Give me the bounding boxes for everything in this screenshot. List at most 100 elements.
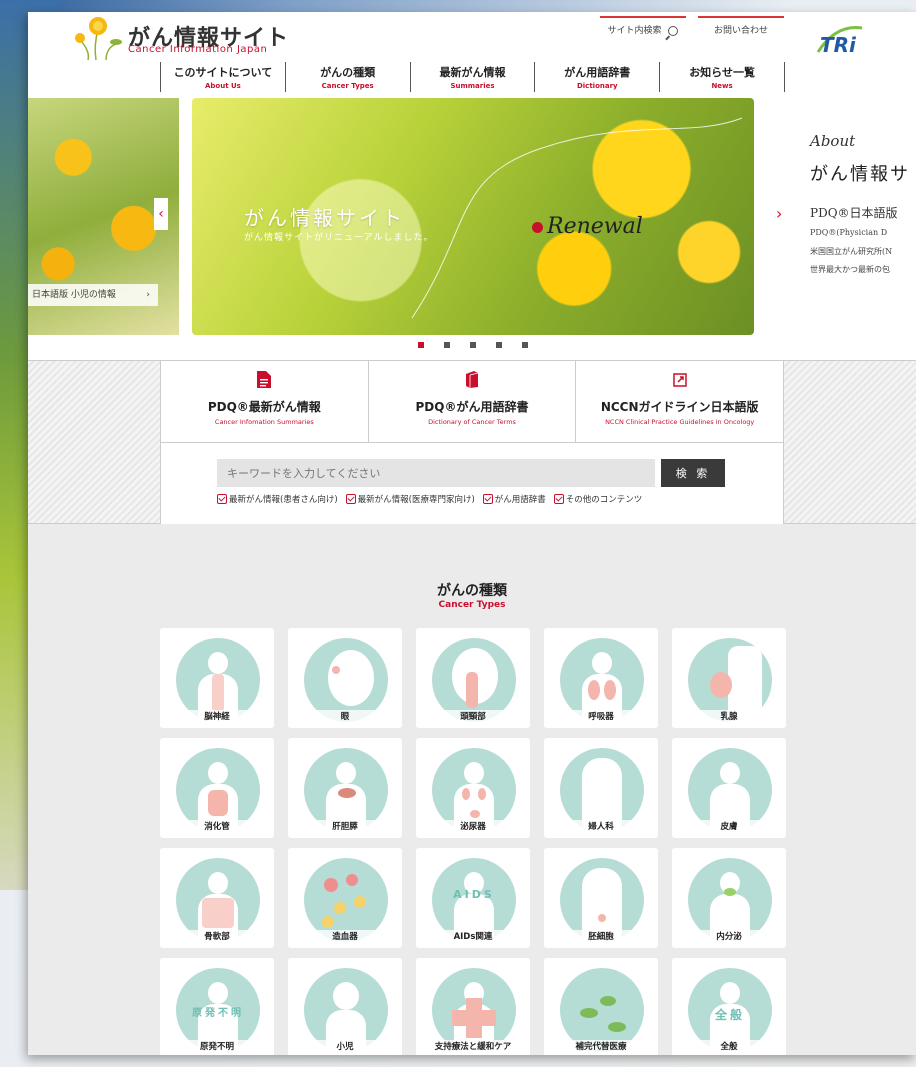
cancer-type-card[interactable]: 肝胆膵: [288, 738, 402, 838]
cancer-type-label: 乳腺: [672, 710, 786, 722]
cancer-types-section: がんの種類 Cancer Types 脳神経 眼 頭頸部 呼吸器 乳腺 消化管 …: [28, 524, 916, 1055]
carousel-dot-1[interactable]: [418, 342, 424, 348]
cancer-type-label: 肝胆膵: [288, 820, 402, 832]
cancer-type-card[interactable]: 補完代替医療: [544, 958, 658, 1055]
cancer-types-grid: 脳神経 眼 頭頸部 呼吸器 乳腺 消化管 肝胆膵 泌尿器 婦人科 皮膚 骨軟部 …: [160, 628, 786, 1055]
cancer-type-card[interactable]: 呼吸器: [544, 628, 658, 728]
carousel-dot-3[interactable]: [470, 342, 476, 348]
cancer-type-card[interactable]: 造血器: [288, 848, 402, 948]
cancer-type-card[interactable]: 骨軟部: [160, 848, 274, 948]
tri-logo-text: TRi: [820, 33, 857, 57]
site-search-link[interactable]: サイト内検索: [600, 16, 686, 38]
checkbox-checked-icon[interactable]: [482, 494, 493, 504]
quick-link-subtitle: Cancer Infomation Summaries: [214, 418, 314, 426]
chevron-right-icon: ›: [146, 290, 150, 300]
cancer-type-label: 造血器: [288, 930, 402, 942]
checkbox-checked-icon[interactable]: [553, 494, 564, 504]
quick-link-summaries[interactable]: PDQ®最新がん情報 Cancer Infomation Summaries: [161, 361, 369, 442]
nav-item-cancer-types[interactable]: がんの種類 Cancer Types: [284, 62, 410, 92]
cancer-type-card[interactable]: AIDS AIDs関連: [416, 848, 530, 948]
nav-item-dictionary[interactable]: がん用語辞書 Dictionary: [534, 62, 659, 92]
nav-item-about[interactable]: このサイトについて About Us: [160, 62, 285, 92]
slide-next[interactable]: About がん情報サ PDQ®日本語版 PDQ®(Physician D 米国…: [790, 98, 916, 335]
filter-patient-summaries[interactable]: 最新がん情報(患者さん向け): [217, 493, 338, 505]
cancer-type-label: 眼: [288, 710, 402, 722]
nav-item-news[interactable]: お知らせ一覧 News: [659, 62, 785, 92]
slide-previous-label[interactable]: 日本語版 小児の情報 ›: [28, 284, 158, 306]
carousel-dot-5[interactable]: [522, 342, 528, 348]
cancer-type-card[interactable]: 支持療法と緩和ケア: [416, 958, 530, 1055]
cancer-type-card[interactable]: 泌尿器: [416, 738, 530, 838]
filter-other-contents[interactable]: その他のコンテンツ: [553, 493, 643, 505]
cancer-type-card[interactable]: 胚細胞: [544, 848, 658, 948]
quick-links: PDQ®最新がん情報 Cancer Infomation Summaries P…: [161, 361, 783, 443]
filter-dictionary[interactable]: がん用語辞書: [482, 493, 546, 505]
main-nav: このサイトについて About Us がんの種類 Cancer Types 最新…: [160, 62, 785, 92]
filter-label: その他のコンテンツ: [565, 495, 643, 505]
quick-links-band: PDQ®最新がん情報 Cancer Infomation Summaries P…: [28, 360, 916, 525]
nav-sublabel: Dictionary: [576, 82, 618, 90]
cancer-type-card[interactable]: 内分泌: [672, 848, 786, 948]
slide-current[interactable]: がん情報サイト がん情報サイトがリニューアルしました。 Renewal: [192, 98, 754, 335]
cancer-type-card[interactable]: 婦人科: [544, 738, 658, 838]
book-icon: [466, 371, 479, 388]
carousel-dot-4[interactable]: [496, 342, 502, 348]
nav-item-summaries[interactable]: 最新がん情報 Summaries: [409, 62, 535, 92]
unknown-overlay-text: 原発不明: [192, 1008, 244, 1019]
filter-professional-summaries[interactable]: 最新がん情報(医療専門家向け): [345, 493, 475, 505]
cancer-type-card[interactable]: 皮膚: [672, 738, 786, 838]
cancer-type-label: 脳神経: [160, 710, 274, 722]
cancer-type-label: 婦人科: [544, 820, 658, 832]
nav-label: がんの種類: [320, 66, 376, 79]
quick-link-title: PDQ®最新がん情報: [207, 400, 321, 414]
about-line-1: PDQ®(Physician D: [810, 228, 888, 237]
carousel-prev-button[interactable]: ‹: [154, 198, 168, 230]
checkbox-checked-icon[interactable]: [345, 494, 356, 504]
renewal-label: Renewal: [532, 214, 643, 239]
search-button[interactable]: 検 索: [661, 459, 725, 487]
cancer-type-label: 支持療法と緩和ケア: [416, 1040, 530, 1052]
quick-link-nccn[interactable]: NCCNガイドライン日本語版 NCCN Clinical Practice Gu…: [576, 361, 783, 442]
carousel-pagination: [418, 342, 528, 348]
quick-links-panel: PDQ®最新がん情報 Cancer Infomation Summaries P…: [160, 361, 784, 525]
renewal-text: Renewal: [547, 214, 643, 239]
site-logo-subtitle: Cancer Information Japan: [128, 44, 268, 55]
keyword-search-input[interactable]: [217, 459, 655, 487]
filter-label: がん用語辞書: [494, 495, 546, 505]
quick-link-title: PDQ®がん用語辞書: [415, 400, 529, 414]
cancer-type-label: 呼吸器: [544, 710, 658, 722]
contact-link[interactable]: お問い合わせ: [698, 16, 784, 38]
cancer-type-card[interactable]: 乳腺: [672, 628, 786, 728]
carousel-next-button[interactable]: ›: [776, 204, 782, 223]
cancer-type-card[interactable]: 眼: [288, 628, 402, 728]
carousel-dot-2[interactable]: [444, 342, 450, 348]
nav-label: 最新がん情報: [439, 66, 506, 79]
cancer-type-label: 小児: [288, 1040, 402, 1052]
search-filters: 最新がん情報(患者さん向け) 最新がん情報(医療専門家向け) がん用語辞書 その…: [217, 493, 642, 505]
cancer-type-label: 全般: [672, 1040, 786, 1052]
cancer-type-label: 皮膚: [672, 820, 786, 832]
quick-link-title: NCCNガイドライン日本語版: [600, 400, 759, 414]
cancer-type-label: 泌尿器: [416, 820, 530, 832]
nav-label: お知らせ一覧: [689, 66, 755, 79]
quick-link-dictionary[interactable]: PDQ®がん用語辞書 Dictionary of Cancer Terms: [369, 361, 577, 442]
checkbox-checked-icon[interactable]: [217, 494, 227, 504]
cancer-type-label: AIDs関連: [416, 930, 530, 942]
cancer-type-card[interactable]: 脳神経: [160, 628, 274, 728]
cancer-type-card[interactable]: 頭頸部: [416, 628, 530, 728]
search-icon: [668, 25, 679, 36]
ladybug-icon: [532, 221, 543, 233]
slide-title: がん情報サイト: [244, 206, 405, 230]
tri-logo-icon[interactable]: TRi: [816, 22, 864, 58]
about-line-3: 世界最大かつ最新の包: [810, 265, 890, 274]
contact-label: お問い合わせ: [713, 26, 768, 36]
cancer-type-label: 骨軟部: [160, 930, 274, 942]
cancer-type-card[interactable]: 消化管: [160, 738, 274, 838]
cancer-type-card[interactable]: 全般 全般: [672, 958, 786, 1055]
cancer-type-card[interactable]: 小児: [288, 958, 402, 1055]
dandelion-logo-icon[interactable]: [66, 12, 128, 62]
nav-sublabel: News: [711, 82, 733, 90]
about-pdq: PDQ®日本語版: [810, 206, 898, 220]
filter-label: 最新がん情報(医療専門家向け): [357, 495, 475, 505]
cancer-type-card[interactable]: 原発不明 原発不明: [160, 958, 274, 1055]
